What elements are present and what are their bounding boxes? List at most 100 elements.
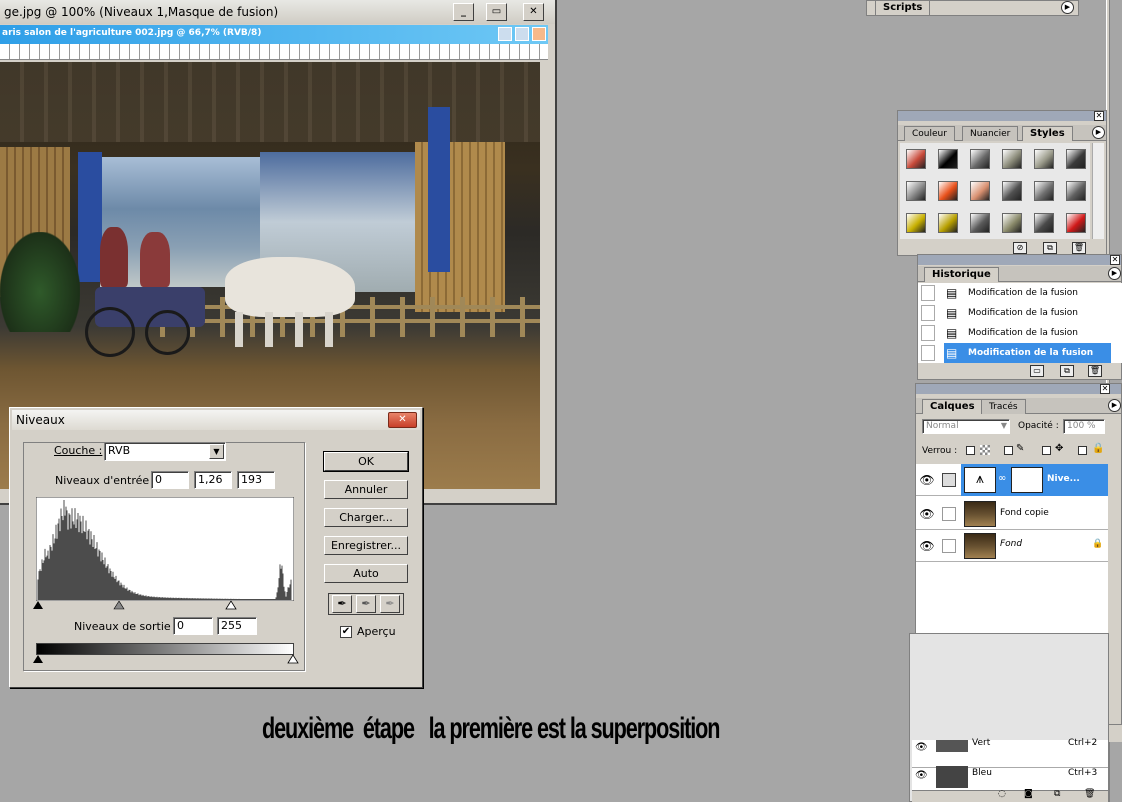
input-white-field[interactable]: 193 [237, 471, 275, 489]
tab-traces[interactable]: Tracés [981, 399, 1026, 414]
inner-titlebar[interactable]: aris salon de l'agriculture 002.jpg @ 66… [0, 25, 548, 44]
new-style-icon[interactable]: ⧉ [1043, 242, 1057, 254]
history-trash-icon[interactable]: 🗑 [1088, 365, 1102, 377]
inner-minimize-button[interactable] [498, 27, 512, 41]
history-item[interactable]: ▤ Modification de la fusion [918, 323, 1111, 343]
save-button[interactable]: Enregistrer... [324, 536, 408, 555]
history-menu-icon[interactable]: ▶ [1108, 267, 1121, 280]
save-selection-icon[interactable]: ◙ [1024, 789, 1033, 799]
layer-row-levels[interactable]: 👁 ⩚ ∞ Nive... [916, 464, 1108, 496]
dialog-close-button[interactable]: ✕ [388, 412, 417, 428]
input-black-field[interactable]: 0 [151, 471, 189, 489]
style-swatch[interactable] [906, 181, 926, 201]
chevron-down-icon[interactable]: ▼ [209, 444, 224, 459]
tab-calques[interactable]: Calques [922, 399, 983, 414]
history-panel-header[interactable] [918, 255, 1121, 265]
restore-button[interactable]: ▭ [486, 3, 507, 21]
inner-maximize-button[interactable] [515, 27, 529, 41]
history-item[interactable]: ▤ Modification de la fusion [918, 343, 1111, 363]
load-selection-icon[interactable]: ◌ [998, 789, 1006, 799]
output-white-field[interactable]: 255 [217, 617, 257, 635]
history-item[interactable]: ▤ Modification de la fusion [918, 283, 1111, 303]
styles-scrollbar[interactable] [1092, 143, 1104, 239]
style-swatch[interactable] [1066, 149, 1086, 169]
document-titlebar[interactable]: ge.jpg @ 100% (Niveaux 1,Masque de fusio… [0, 0, 555, 24]
ok-button[interactable]: OK [323, 451, 409, 472]
history-state-box[interactable] [921, 305, 935, 321]
style-swatch[interactable] [906, 213, 926, 233]
trash-icon[interactable]: 🗑 [1072, 242, 1086, 254]
new-channel-icon[interactable]: ⧉ [1054, 789, 1060, 799]
lock-pixels-checkbox[interactable] [1004, 446, 1013, 455]
style-swatch[interactable] [970, 149, 990, 169]
levels-titlebar[interactable]: Niveaux ✕ [12, 410, 420, 430]
channel-row-bleu[interactable]: 👁 Bleu Ctrl+3 [912, 766, 1108, 790]
styles-menu-icon[interactable]: ▶ [1092, 126, 1105, 139]
history-item[interactable]: ▤ Modification de la fusion [918, 303, 1111, 323]
layers-panel-header[interactable] [916, 384, 1121, 394]
history-panel-close-icon[interactable]: ✕ [1110, 255, 1120, 265]
layers-menu-icon[interactable]: ▶ [1108, 399, 1121, 412]
gray-eyedropper-icon[interactable]: ✒ [356, 595, 376, 613]
cancel-button[interactable]: Annuler [324, 480, 408, 499]
layer-mask-thumb[interactable] [1011, 467, 1043, 493]
eye-icon[interactable]: 👁 [915, 770, 928, 781]
layer-row-fond-copie[interactable]: 👁 Fond copie [916, 498, 1108, 530]
tab-styles[interactable]: Styles [1022, 126, 1073, 141]
chain-link-icon[interactable]: ∞ [998, 473, 1006, 484]
input-sliders[interactable] [32, 600, 300, 612]
output-black-field[interactable]: 0 [173, 617, 213, 635]
style-swatch[interactable] [1066, 213, 1086, 233]
layers-panel-close-icon[interactable]: ✕ [1100, 384, 1110, 394]
style-swatch[interactable] [938, 181, 958, 201]
lock-all-checkbox[interactable] [1078, 446, 1087, 455]
eye-icon[interactable]: 👁 [918, 471, 936, 489]
blend-mode-select[interactable]: Normal ▼ [922, 419, 1010, 434]
no-style-icon[interactable]: ⊘ [1013, 242, 1027, 254]
white-eyedropper-icon[interactable]: ✒ [380, 595, 400, 613]
history-state-box[interactable] [921, 285, 935, 301]
channel-select[interactable]: RVB ▼ [104, 442, 226, 461]
style-swatch[interactable] [1002, 181, 1022, 201]
lock-position-checkbox[interactable] [1042, 446, 1051, 455]
style-swatch[interactable] [938, 149, 958, 169]
layer-row-fond[interactable]: 👁 Fond 🔒 [916, 530, 1108, 562]
eye-icon[interactable]: 👁 [918, 537, 936, 555]
tab-scripts[interactable]: Scripts [875, 0, 931, 15]
inner-close-button[interactable] [532, 27, 546, 41]
input-gamma-field[interactable]: 1,26 [194, 471, 232, 489]
minimize-button[interactable]: _ [453, 3, 474, 21]
lock-transparency-checkbox[interactable] [966, 446, 975, 455]
style-swatch[interactable] [1034, 149, 1054, 169]
new-snapshot-icon[interactable]: ⧉ [1060, 365, 1074, 377]
style-swatch[interactable] [1066, 181, 1086, 201]
layer-link-box[interactable] [942, 473, 956, 487]
history-state-box[interactable] [921, 345, 935, 361]
eye-icon[interactable]: 👁 [918, 505, 936, 523]
style-swatch[interactable] [938, 213, 958, 233]
preview-checkbox[interactable]: ✔ [340, 626, 352, 638]
panel-menu-icon[interactable]: ▶ [1061, 1, 1074, 14]
style-swatch[interactable] [1002, 213, 1022, 233]
tab-historique[interactable]: Historique [924, 267, 999, 282]
close-button[interactable]: ✕ [523, 3, 544, 21]
style-swatch[interactable] [1034, 181, 1054, 201]
load-button[interactable]: Charger... [324, 508, 408, 527]
eye-icon[interactable]: 👁 [915, 742, 928, 753]
style-swatch[interactable] [970, 181, 990, 201]
style-swatch[interactable] [906, 149, 926, 169]
new-document-from-state-icon[interactable]: ▭ [1030, 365, 1044, 377]
style-swatch[interactable] [970, 213, 990, 233]
channel-row-vert[interactable]: 👁 Vert Ctrl+2 [912, 738, 1108, 768]
tab-couleur[interactable]: Couleur [904, 126, 955, 141]
delete-channel-icon[interactable]: 🗑 [1084, 789, 1095, 799]
output-sliders[interactable] [32, 654, 300, 666]
auto-button[interactable]: Auto [324, 564, 408, 583]
style-swatch[interactable] [1002, 149, 1022, 169]
black-eyedropper-icon[interactable]: ✒ [332, 595, 352, 613]
layer-link-box[interactable] [942, 539, 956, 553]
styles-panel-header[interactable] [898, 111, 1106, 121]
style-swatch[interactable] [1034, 213, 1054, 233]
layer-link-box[interactable] [942, 507, 956, 521]
history-state-box[interactable] [921, 325, 935, 341]
